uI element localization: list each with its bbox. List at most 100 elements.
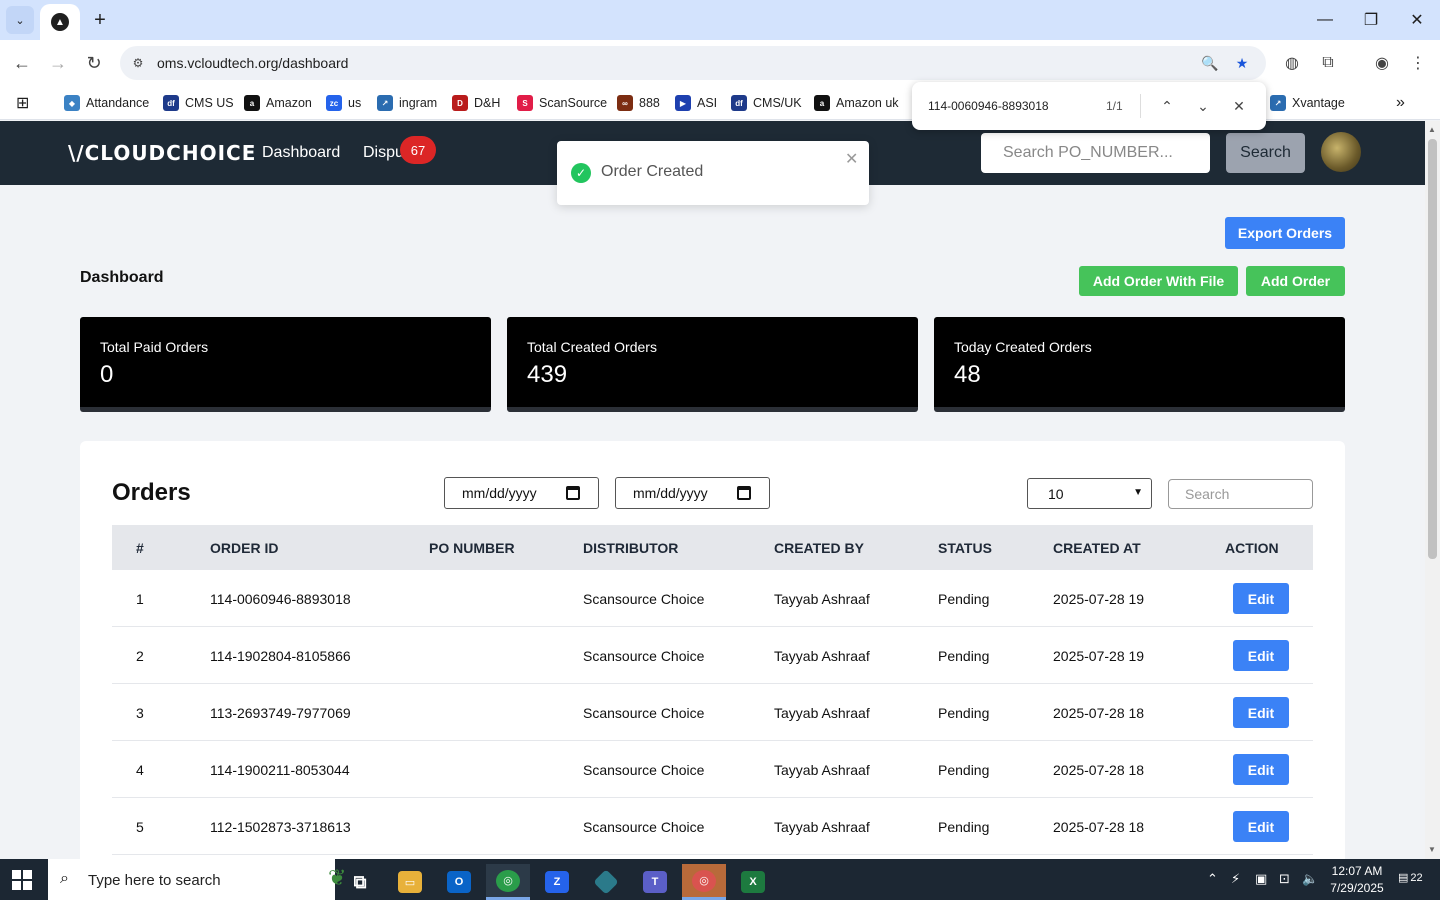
calendar-icon[interactable] — [737, 486, 751, 500]
stat-label: Total Paid Orders — [100, 339, 209, 355]
row-order-id: 112-1502873-3718613 — [210, 819, 351, 835]
bookmark-888[interactable]: ∞ 888 — [617, 92, 660, 114]
row-created-at: 2025-07-28 18 — [1053, 819, 1145, 835]
find-close-icon[interactable]: ✕ — [1227, 94, 1251, 118]
chrome-icon[interactable]: ◎ — [486, 864, 530, 900]
po-number-search-input[interactable] — [981, 133, 1210, 173]
bookmark-amazon-uk[interactable]: a Amazon uk — [814, 92, 899, 114]
row-created-at: 2025-07-28 19 — [1053, 648, 1145, 664]
bookmark-attandance[interactable]: ◆ Attandance — [64, 92, 149, 114]
row-created-at: 2025-07-28 18 — [1053, 762, 1145, 778]
excel-icon[interactable]: X — [731, 864, 775, 900]
forward-arrow-icon[interactable]: → — [44, 49, 72, 77]
site-settings-icon[interactable]: ⚙ — [128, 53, 148, 73]
bookmark-asi[interactable]: ▶ ASI — [675, 92, 717, 114]
taskbar-search-box[interactable]: ⌕ Type here to search ❦ — [48, 859, 346, 900]
row-number: 5 — [136, 819, 144, 835]
edit-button[interactable]: Edit — [1233, 583, 1289, 614]
row-distributor: Scansource Choice — [583, 591, 705, 607]
bookmark-amazon[interactable]: a Amazon — [244, 92, 312, 114]
bookmark-scansource[interactable]: S ScanSource — [517, 92, 607, 114]
minimize-icon[interactable]: — — [1302, 6, 1348, 34]
orders-search-input[interactable] — [1168, 479, 1313, 509]
apps-grid-icon[interactable]: ⊞ — [16, 92, 29, 114]
browser-menu-icon[interactable]: ⋮ — [1406, 51, 1430, 75]
add-order-button[interactable]: Add Order — [1246, 266, 1345, 296]
row-number: 1 — [136, 591, 144, 607]
profile-icon[interactable]: ◉ — [1370, 51, 1394, 75]
more-bookmarks-icon[interactable]: » — [1396, 92, 1405, 114]
add-order-with-file-button[interactable]: Add Order With File — [1079, 266, 1238, 296]
toast-close-icon[interactable]: ✕ — [845, 149, 858, 169]
col-created-at: CREATED AT — [1053, 540, 1141, 556]
tab-search-chevron-icon[interactable]: ⌄ — [6, 6, 34, 34]
extensions-puzzle-icon[interactable]: ⧉ — [1316, 51, 1340, 75]
find-in-page-icon[interactable]: 🔍 — [1198, 52, 1222, 74]
find-input[interactable]: 114-0060946-8893018 — [928, 99, 1049, 113]
browser-tab-active[interactable]: ▲ — [40, 4, 80, 40]
user-avatar[interactable] — [1321, 132, 1361, 172]
volume-icon[interactable]: 🔈 — [1302, 871, 1318, 887]
find-next-chevron-down-icon[interactable]: ⌄ — [1191, 94, 1215, 118]
nav-dashboard[interactable]: Dashboard — [262, 144, 340, 162]
file-explorer-icon[interactable]: ▭ — [388, 864, 432, 900]
find-previous-chevron-up-icon[interactable]: ⌃ — [1155, 94, 1179, 118]
table-row: 1 114-0060946-8893018 Scansource Choice … — [112, 570, 1313, 627]
task-view-icon[interactable]: ⧉ — [338, 864, 382, 900]
bookmark-star-icon[interactable]: ★ — [1230, 52, 1254, 74]
col-action: ACTION — [1225, 540, 1279, 556]
cloudchoice-logo[interactable]: \/CLOUDCHOICE — [68, 141, 256, 165]
scroll-up-arrow-icon[interactable]: ▲ — [1428, 125, 1436, 134]
taskbar-clock[interactable]: 12:07 AM 7/29/2025 — [1326, 863, 1388, 897]
bookmark-us[interactable]: zc us — [326, 92, 361, 114]
zoho-icon[interactable]: Z — [535, 864, 579, 900]
bookmark-xvantage[interactable]: ↗ Xvantage — [1270, 92, 1345, 114]
notifications-icon[interactable]: ▤ 22 — [1398, 871, 1423, 889]
search-icon: ⌕ — [60, 870, 69, 887]
table-row: 3 113-2693749-7977069 Scansource Choice … — [112, 684, 1313, 741]
po-search-button[interactable]: Search — [1226, 133, 1305, 173]
stat-card-total-created: Total Created Orders 439 — [507, 317, 918, 412]
date-to-input[interactable]: mm/dd/yyyy — [615, 477, 770, 509]
date-from-input[interactable]: mm/dd/yyyy — [444, 477, 599, 509]
bookmark-cms-us[interactable]: df CMS US — [163, 92, 234, 114]
scroll-down-arrow-icon[interactable]: ▼ — [1428, 845, 1436, 854]
row-created-at: 2025-07-28 19 — [1053, 591, 1145, 607]
translate-globe-icon[interactable]: ◍ — [1280, 51, 1304, 75]
clock-time: 12:07 AM — [1331, 864, 1383, 878]
omnibox[interactable]: ⚙ oms.vcloudtech.org/dashboard 🔍 ★ — [120, 46, 1266, 80]
back-arrow-icon[interactable]: ← — [8, 49, 36, 77]
windows-start-icon[interactable] — [12, 870, 32, 890]
888-icon: ∞ — [617, 95, 633, 111]
tray-app-icon[interactable]: ⚡ — [1231, 871, 1240, 887]
close-window-icon[interactable]: ✕ — [1394, 6, 1440, 34]
new-tab-plus-icon[interactable]: + — [88, 8, 112, 32]
export-orders-button[interactable]: Export Orders — [1225, 217, 1345, 249]
col-po-number: PO NUMBER — [429, 540, 515, 556]
row-created-at: 2025-07-28 18 — [1053, 705, 1145, 721]
attendance-icon: ◆ — [64, 95, 80, 111]
chrome-profile-icon[interactable]: ◎ — [682, 864, 726, 900]
nav-disputes[interactable]: Dispu — [363, 144, 404, 162]
tray-monitor-icon[interactable]: ▣ — [1255, 871, 1267, 887]
tray-chevron-up-icon[interactable]: ⌃ — [1207, 871, 1218, 887]
page-scrollbar[interactable]: ▲ ▼ — [1425, 121, 1440, 859]
network-icon[interactable]: ⊡ — [1279, 871, 1290, 887]
edit-button[interactable]: Edit — [1233, 697, 1289, 728]
bookmark-dh[interactable]: D D&H — [452, 92, 500, 114]
restore-icon[interactable]: ❐ — [1348, 6, 1394, 34]
edit-button[interactable]: Edit — [1233, 640, 1289, 671]
edit-button[interactable]: Edit — [1233, 811, 1289, 842]
reload-icon[interactable]: ↻ — [80, 49, 108, 77]
page-size-select[interactable]: 10 ▼ — [1027, 478, 1152, 509]
app-diamond-icon[interactable] — [584, 864, 628, 900]
row-status: Pending — [938, 591, 990, 607]
calendar-icon[interactable] — [566, 486, 580, 500]
bookmark-ingram[interactable]: ↗ ingram — [377, 92, 437, 114]
edit-button[interactable]: Edit — [1233, 754, 1289, 785]
bookmark-cms-uk[interactable]: df CMS/UK — [731, 92, 802, 114]
teams-icon[interactable]: T — [633, 864, 677, 900]
scrollbar-thumb[interactable] — [1428, 139, 1437, 559]
outlook-icon[interactable]: O — [437, 864, 481, 900]
url-text[interactable]: oms.vcloudtech.org/dashboard — [157, 55, 348, 71]
